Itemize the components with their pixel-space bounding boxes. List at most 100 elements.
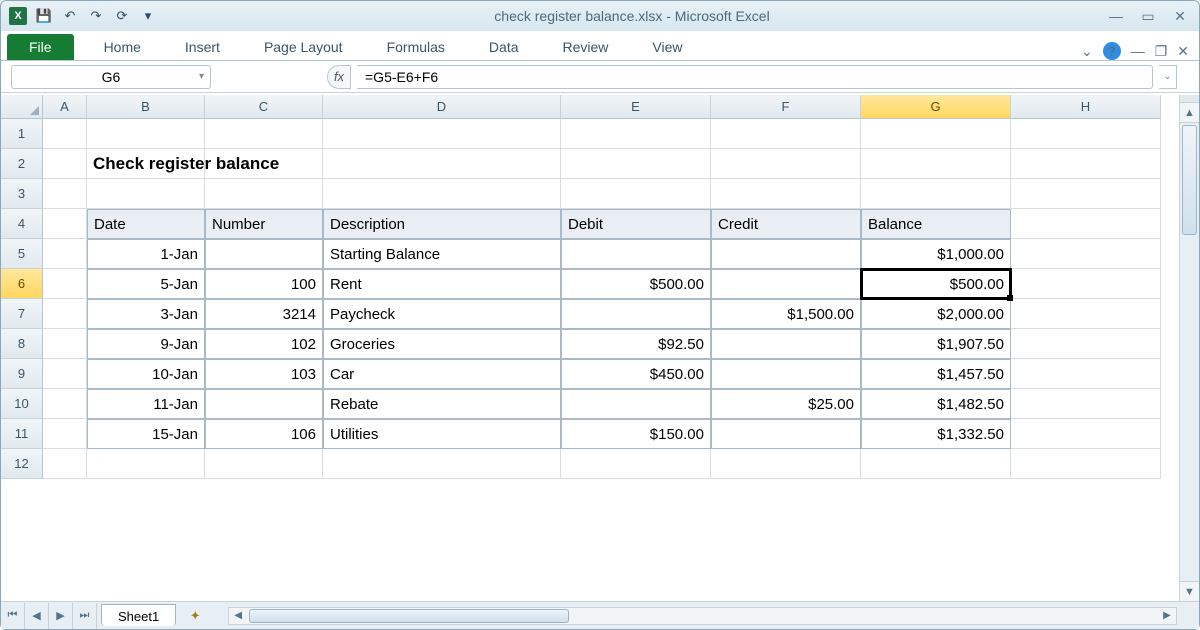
row-header[interactable]: 2 (1, 149, 43, 179)
cell[interactable] (43, 329, 87, 359)
cell-number[interactable] (205, 389, 323, 419)
cell[interactable] (1011, 449, 1161, 479)
cell-description[interactable]: Utilities (323, 419, 561, 449)
scroll-track[interactable] (1180, 123, 1199, 581)
cell-date[interactable]: 15-Jan (87, 419, 205, 449)
cell-date[interactable]: 5-Jan (87, 269, 205, 299)
cell-description[interactable]: Rebate (323, 389, 561, 419)
cell-credit[interactable] (711, 359, 861, 389)
close-icon[interactable]: ✕ (1169, 7, 1191, 25)
cell-description[interactable]: Groceries (323, 329, 561, 359)
cell[interactable] (711, 179, 861, 209)
scroll-right-icon[interactable]: ▶ (1158, 608, 1176, 624)
redo-icon[interactable]: ↷ (85, 5, 107, 27)
cell-credit[interactable] (711, 269, 861, 299)
table-header-balance[interactable]: Balance (861, 209, 1011, 239)
cell[interactable] (1011, 359, 1161, 389)
row-header[interactable]: 4 (1, 209, 43, 239)
row-header[interactable]: 6 (1, 269, 43, 299)
row-header[interactable]: 12 (1, 449, 43, 479)
cell-balance[interactable]: $1,457.50 (861, 359, 1011, 389)
cell[interactable] (561, 149, 711, 179)
tab-review[interactable]: Review (541, 34, 631, 60)
cell-debit[interactable] (561, 299, 711, 329)
cell-number[interactable] (205, 239, 323, 269)
col-header-f[interactable]: F (711, 95, 861, 119)
cell-credit[interactable] (711, 239, 861, 269)
cell-debit[interactable]: $92.50 (561, 329, 711, 359)
cell-date[interactable]: 3-Jan (87, 299, 205, 329)
cell[interactable] (205, 149, 323, 179)
hscroll-thumb[interactable] (249, 609, 569, 623)
row-header[interactable]: 7 (1, 299, 43, 329)
row-header[interactable]: 11 (1, 419, 43, 449)
cell[interactable] (205, 179, 323, 209)
cell[interactable] (1011, 419, 1161, 449)
file-tab[interactable]: File (7, 34, 74, 60)
vertical-scrollbar[interactable]: ▲ ▼ (1179, 95, 1199, 601)
row-header[interactable]: 5 (1, 239, 43, 269)
cell-credit[interactable]: $1,500.00 (711, 299, 861, 329)
cell-debit[interactable]: $500.00 (561, 269, 711, 299)
last-sheet-icon[interactable]: ⏭ (73, 603, 97, 629)
undo-icon[interactable]: ↶ (59, 5, 81, 27)
tab-insert[interactable]: Insert (163, 34, 242, 60)
sheet-tab[interactable]: Sheet1 (101, 604, 176, 626)
cell[interactable] (87, 179, 205, 209)
cell-debit[interactable] (561, 389, 711, 419)
qat-customize-icon[interactable]: ▾ (137, 5, 159, 27)
name-box[interactable]: G6 (11, 65, 211, 89)
cell[interactable] (323, 179, 561, 209)
table-header-description[interactable]: Description (323, 209, 561, 239)
row-header[interactable]: 8 (1, 329, 43, 359)
select-all-corner[interactable] (1, 95, 43, 119)
workbook-close-icon[interactable]: ✕ (1177, 43, 1189, 60)
cell-credit[interactable] (711, 329, 861, 359)
spreadsheet-grid[interactable]: A B C D E F G H 1 2 Check register balan… (1, 95, 1179, 601)
cell-balance[interactable]: $1,907.50 (861, 329, 1011, 359)
workbook-minimize-icon[interactable]: — (1131, 43, 1145, 59)
col-header-h[interactable]: H (1011, 95, 1161, 119)
formula-bar[interactable]: =G5-E6+F6 (357, 65, 1153, 89)
cell-description[interactable]: Paycheck (323, 299, 561, 329)
fx-icon[interactable]: fx (327, 65, 351, 89)
cell-number[interactable]: 103 (205, 359, 323, 389)
first-sheet-icon[interactable]: ⏮ (1, 603, 25, 629)
cell-number[interactable]: 100 (205, 269, 323, 299)
cell-balance[interactable]: $2,000.00 (861, 299, 1011, 329)
cell-number[interactable]: 106 (205, 419, 323, 449)
cell[interactable] (1011, 149, 1161, 179)
cell[interactable] (43, 449, 87, 479)
help-icon[interactable]: ? (1103, 42, 1121, 60)
cell[interactable] (43, 209, 87, 239)
next-sheet-icon[interactable]: ▶ (49, 603, 73, 629)
cell-description[interactable]: Starting Balance (323, 239, 561, 269)
formula-bar-expand-icon[interactable]: ⌄ (1159, 65, 1177, 89)
col-header-a[interactable]: A (43, 95, 87, 119)
col-header-g[interactable]: G (861, 95, 1011, 119)
cell[interactable] (323, 449, 561, 479)
cell[interactable] (43, 299, 87, 329)
scroll-up-icon[interactable]: ▲ (1180, 103, 1199, 123)
tab-home[interactable]: Home (82, 34, 163, 60)
cell[interactable] (711, 149, 861, 179)
table-header-number[interactable]: Number (205, 209, 323, 239)
cell-number[interactable]: 3214 (205, 299, 323, 329)
cell[interactable] (1011, 389, 1161, 419)
cell[interactable] (205, 449, 323, 479)
cell-balance[interactable]: $1,482.50 (861, 389, 1011, 419)
cell[interactable] (205, 119, 323, 149)
save-icon[interactable]: 💾 (33, 5, 55, 27)
cell[interactable] (43, 179, 87, 209)
cell-date[interactable]: 10-Jan (87, 359, 205, 389)
horizontal-scrollbar[interactable]: ◀ ▶ (228, 607, 1177, 625)
cell[interactable] (1011, 119, 1161, 149)
cell[interactable] (861, 179, 1011, 209)
prev-sheet-icon[interactable]: ◀ (25, 603, 49, 629)
cell-debit[interactable]: $150.00 (561, 419, 711, 449)
cell[interactable] (43, 269, 87, 299)
refresh-icon[interactable]: ⟳ (111, 5, 133, 27)
cell-debit[interactable] (561, 239, 711, 269)
table-header-debit[interactable]: Debit (561, 209, 711, 239)
col-header-d[interactable]: D (323, 95, 561, 119)
